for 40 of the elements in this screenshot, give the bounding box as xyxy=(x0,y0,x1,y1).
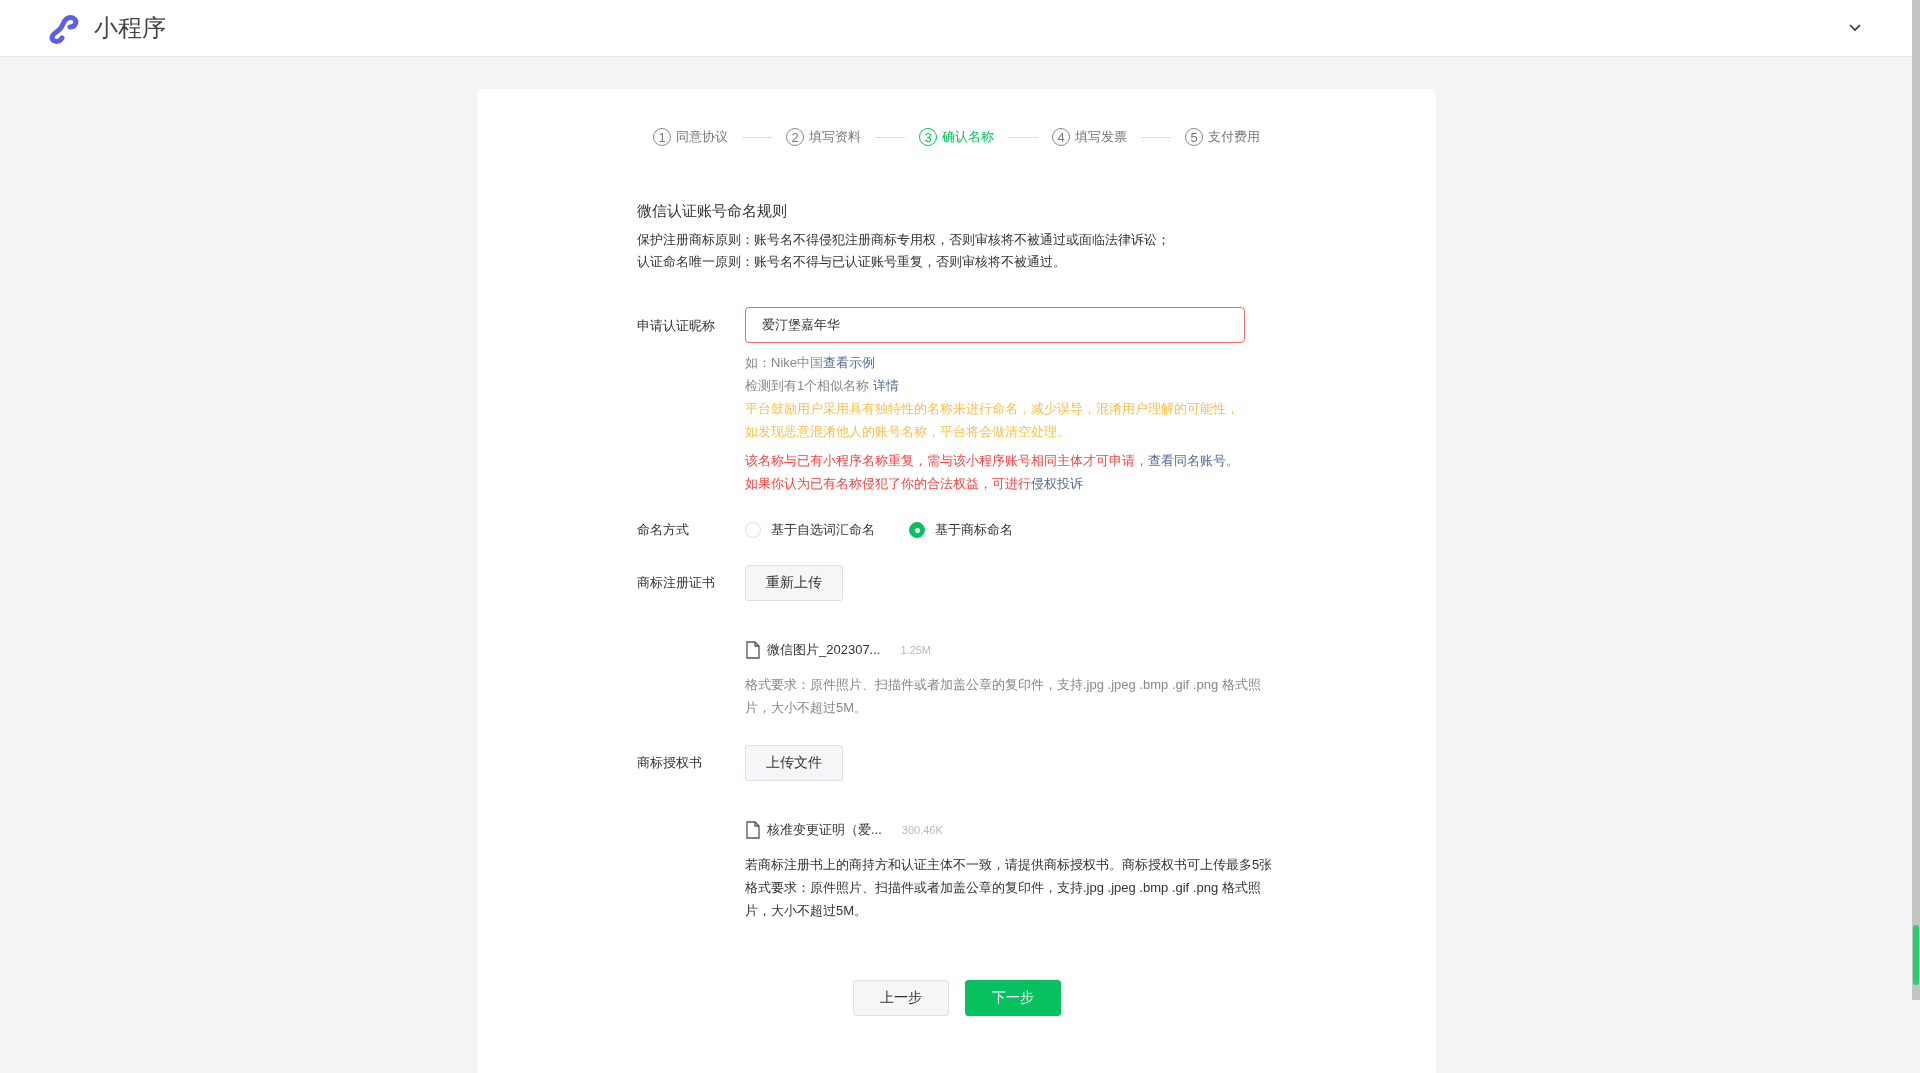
file-icon xyxy=(745,821,761,839)
app-title: 小程序 xyxy=(94,13,166,43)
step-tab[interactable]: 5 支付费用 xyxy=(1185,128,1260,146)
upload-button[interactable]: 重新上传 xyxy=(745,565,843,601)
rule-text: 认证命名唯一原则：账号名不得与已认证账号重复，否则审核将不被通过。 xyxy=(637,253,1067,271)
radio-option[interactable]: 基于商标命名 xyxy=(909,521,1013,539)
nickname-field[interactable]: 爱汀堡嘉年华 xyxy=(745,307,1245,343)
step-tab[interactable]: 1 同意协议 xyxy=(653,128,728,146)
file-size: 300.46K xyxy=(901,824,943,836)
hint-text: 检测到有1个相似名称 详情 xyxy=(745,377,900,395)
note-text: 格式要求：原件照片、扫描件或者加盖公章的复印件，支持.jpg .jpeg .bmp .gif .png 格式照片，大小不超过5M。 xyxy=(745,879,1262,920)
file-name[interactable]: 核准变更证明（爱... xyxy=(767,821,882,839)
upload-button[interactable]: 上传文件 xyxy=(745,745,843,781)
hint-text: 平台鼓励用户采用具有独特性的名称来进行命名，减少误导，混淆用户理解的可能性， xyxy=(745,400,1240,418)
link[interactable]: 查看示例 xyxy=(823,355,875,370)
hint-text: 如果你认为已有名称侵犯了你的合法权益，可进行侵权投诉 xyxy=(745,475,1084,493)
note-text: 格式要求：原件照片、扫描件或者加盖公章的复印件，支持.jpg .jpeg .bmp .gif .png 格式照片，大小不超过5M。 xyxy=(745,676,1262,717)
step-tab[interactable]: 4 填写发票 xyxy=(1052,128,1127,146)
field-label: 命名方式 xyxy=(637,521,690,539)
radio-option[interactable]: 基于自选词汇命名 xyxy=(745,521,875,539)
scrollbar[interactable] xyxy=(1912,0,1920,1000)
field-label: 商标注册证书 xyxy=(637,574,716,592)
file-icon xyxy=(745,641,761,659)
rule-text: 保护注册商标原则：账号名不得侵犯注册商标专用权，否则审核将不被通过或面临法律诉讼； xyxy=(637,231,1171,249)
field-label: 申请认证昵称 xyxy=(637,317,716,335)
chevron-down-icon[interactable] xyxy=(1848,23,1862,33)
hint-text: 如：Nike中国查看示例 xyxy=(745,354,876,372)
hint-text: 如发现恶意混淆他人的账号名称，平台将会做清空处理。 xyxy=(745,423,1071,441)
step-tab[interactable]: 2 填写资料 xyxy=(786,128,861,146)
file-name[interactable]: 微信图片_202307... xyxy=(767,641,881,659)
link[interactable]: 侵权投诉 xyxy=(1031,476,1083,491)
rules-title: 微信认证账号命名规则 xyxy=(637,202,788,221)
file-size: 1.25M xyxy=(900,644,932,656)
link[interactable]: 详情 xyxy=(872,378,899,393)
note-text: 若商标注册书上的商持方和认证主体不一致，请提供商标授权书。商标授权书可上传最多5张 xyxy=(745,856,1273,874)
link[interactable]: 查看同名账号。 xyxy=(1148,453,1239,468)
back-button[interactable]: 上一步 xyxy=(852,980,949,1016)
field-label: 商标授权书 xyxy=(637,754,703,772)
scroll-thumb[interactable] xyxy=(1913,925,1919,985)
hint-text: 该名称与已有小程序名称重复，需与该小程序账号相同主体才可申请，查看同名账号。 xyxy=(745,452,1240,470)
